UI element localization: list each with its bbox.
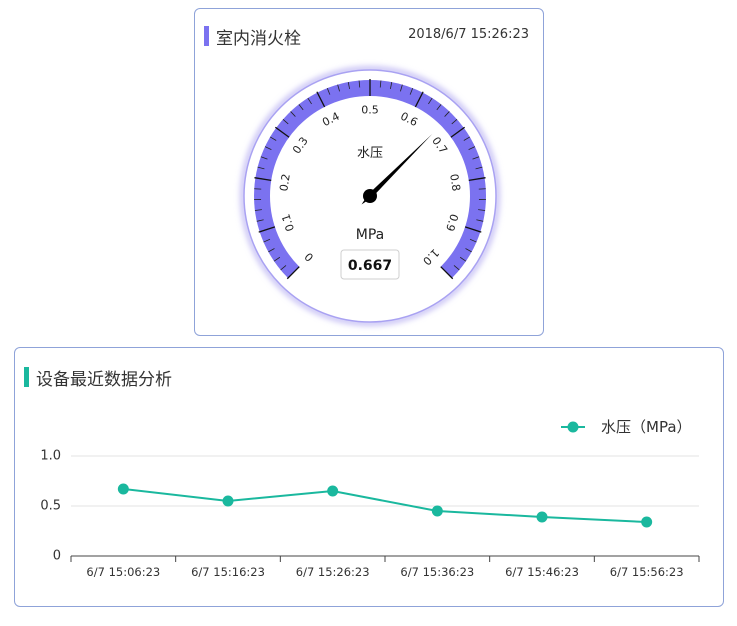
data-point[interactable] bbox=[641, 516, 653, 528]
data-point[interactable] bbox=[327, 485, 339, 497]
data-point[interactable] bbox=[222, 495, 234, 507]
gauge-panel: 室内消火栓 2018/6/7 15:26:23 0 0.1 0.2 0.3 0.4 0.5… bbox=[194, 8, 544, 336]
legend-label[interactable]: 水压（MPa） bbox=[601, 418, 692, 436]
y-tick-label: 1.0 bbox=[40, 449, 61, 464]
chart-grid bbox=[71, 455, 699, 557]
pressure-gauge: 00.10.20.30.4 0.5 0.60.70.80.91.0 水压 MPa 0… bbox=[240, 66, 500, 326]
gauge-tick-label: 0.5 bbox=[361, 104, 379, 117]
x-tick-label: 6/7 15:56:23 bbox=[610, 565, 684, 579]
y-tick-label: 0.5 bbox=[40, 499, 61, 514]
chart-y-axis: 0 0.5 1.0 bbox=[40, 449, 61, 564]
x-tick-label: 6/7 15:26:23 bbox=[296, 565, 370, 579]
gauge-tick-label: 0.2 bbox=[277, 173, 293, 192]
chart-legend[interactable]: 水压（MPa） bbox=[561, 418, 692, 436]
x-tick-label: 6/7 15:36:23 bbox=[400, 565, 474, 579]
x-tick-label: 6/7 15:06:23 bbox=[86, 565, 160, 579]
data-point[interactable] bbox=[431, 505, 443, 517]
gauge-value: 0.667 bbox=[348, 258, 392, 274]
gauge-unit: MPa bbox=[356, 227, 384, 243]
x-tick-label: 6/7 15:46:23 bbox=[505, 565, 579, 579]
data-point[interactable] bbox=[117, 483, 129, 495]
gauge-needle-hub bbox=[363, 189, 377, 203]
chart-panel: 设备最近数据分析 0 0.5 1.0 6/7 15:06:23 6/7 15:16:2… bbox=[14, 347, 724, 607]
gauge-label: 水压 bbox=[357, 146, 383, 161]
legend-marker[interactable] bbox=[567, 421, 579, 433]
chart-x-axis: 6/7 15:06:23 6/7 15:16:23 6/7 15:26:23 6/7 … bbox=[70, 555, 700, 579]
pressure-line-chart: 0 0.5 1.0 6/7 15:06:23 6/7 15:16:23 6/7 15:2… bbox=[40, 418, 700, 579]
gauge-tick-label: 0.8 bbox=[447, 173, 463, 192]
y-tick-label: 0 bbox=[53, 549, 61, 564]
data-point[interactable] bbox=[536, 511, 548, 523]
x-tick-label: 6/7 15:16:23 bbox=[191, 565, 265, 579]
